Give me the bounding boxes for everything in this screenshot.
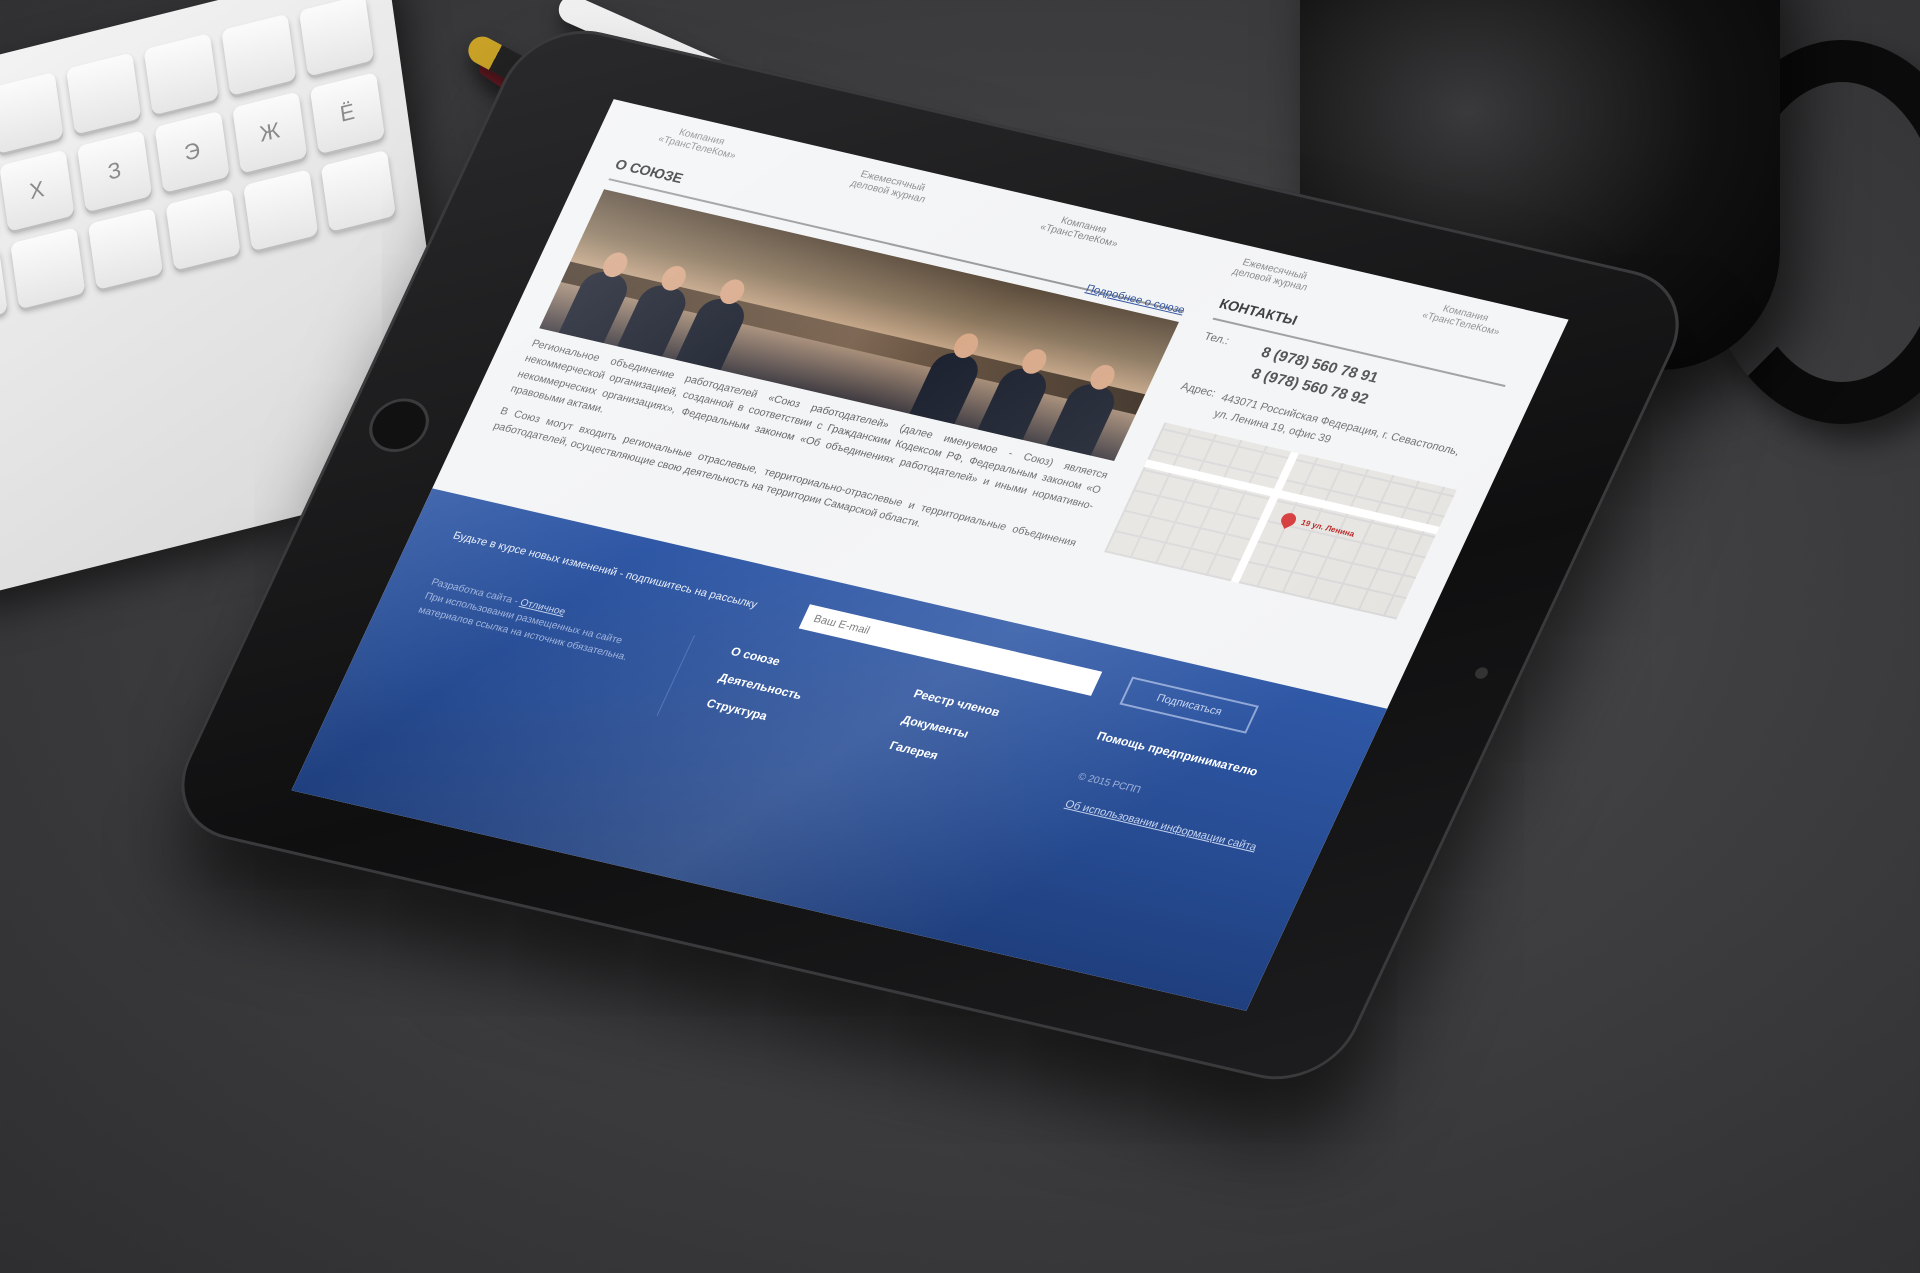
tablet-screen: Компания «ТрансТелеКом» Ежемесячный дело… <box>291 99 1569 1011</box>
keyboard-key: З <box>76 130 153 213</box>
footer-nav-column: Помощь предпринимателю © 2015 РСПП Об ис… <box>1063 729 1312 858</box>
map-pin-icon <box>1278 510 1299 529</box>
keyboard-key <box>298 0 375 77</box>
keyboard-key: Ё <box>309 72 386 155</box>
keyboard-key <box>221 13 297 96</box>
tablet-home-button <box>359 392 439 458</box>
keyboard-key <box>320 149 396 232</box>
keyboard-key <box>143 33 219 116</box>
keyboard-key: Ж <box>232 91 308 174</box>
keyboard-key: Э <box>154 110 230 193</box>
partner-brand[interactable]: Компания «ТрансТелеКом» <box>651 122 748 163</box>
keyboard-key <box>243 169 319 252</box>
keyboard-key <box>165 188 241 271</box>
partner-brand[interactable]: Ежемесячный деловой журнал <box>1224 254 1321 295</box>
tablet-camera <box>1473 666 1490 680</box>
map-pin-label: 19 ул. Ленина <box>1299 518 1357 539</box>
keyboard-key: Х <box>0 149 75 232</box>
keyboard-key: Ю <box>0 246 8 329</box>
developer-info: Разработка сайта - Отличное При использо… <box>397 575 696 716</box>
copyright: © 2015 РСПП <box>1075 771 1143 796</box>
keyboard-key <box>10 227 86 310</box>
footer-nav-column: О союзе Деятельность Структура <box>697 644 879 758</box>
partner-brand[interactable]: Ежемесячный деловой журнал <box>842 166 939 207</box>
partner-brand[interactable]: Компания «ТрансТелеКом» <box>1415 299 1512 340</box>
keyboard-key <box>0 71 64 154</box>
partner-brand[interactable]: Компания «ТрансТелеКом» <box>1033 210 1130 251</box>
usage-info-link[interactable]: Об использовании информации сайта <box>1063 798 1279 858</box>
footer-nav-column: Реестр членов Документы Галерея <box>880 687 1062 801</box>
keyboard-key <box>66 52 142 135</box>
keyboard-key <box>87 207 164 290</box>
